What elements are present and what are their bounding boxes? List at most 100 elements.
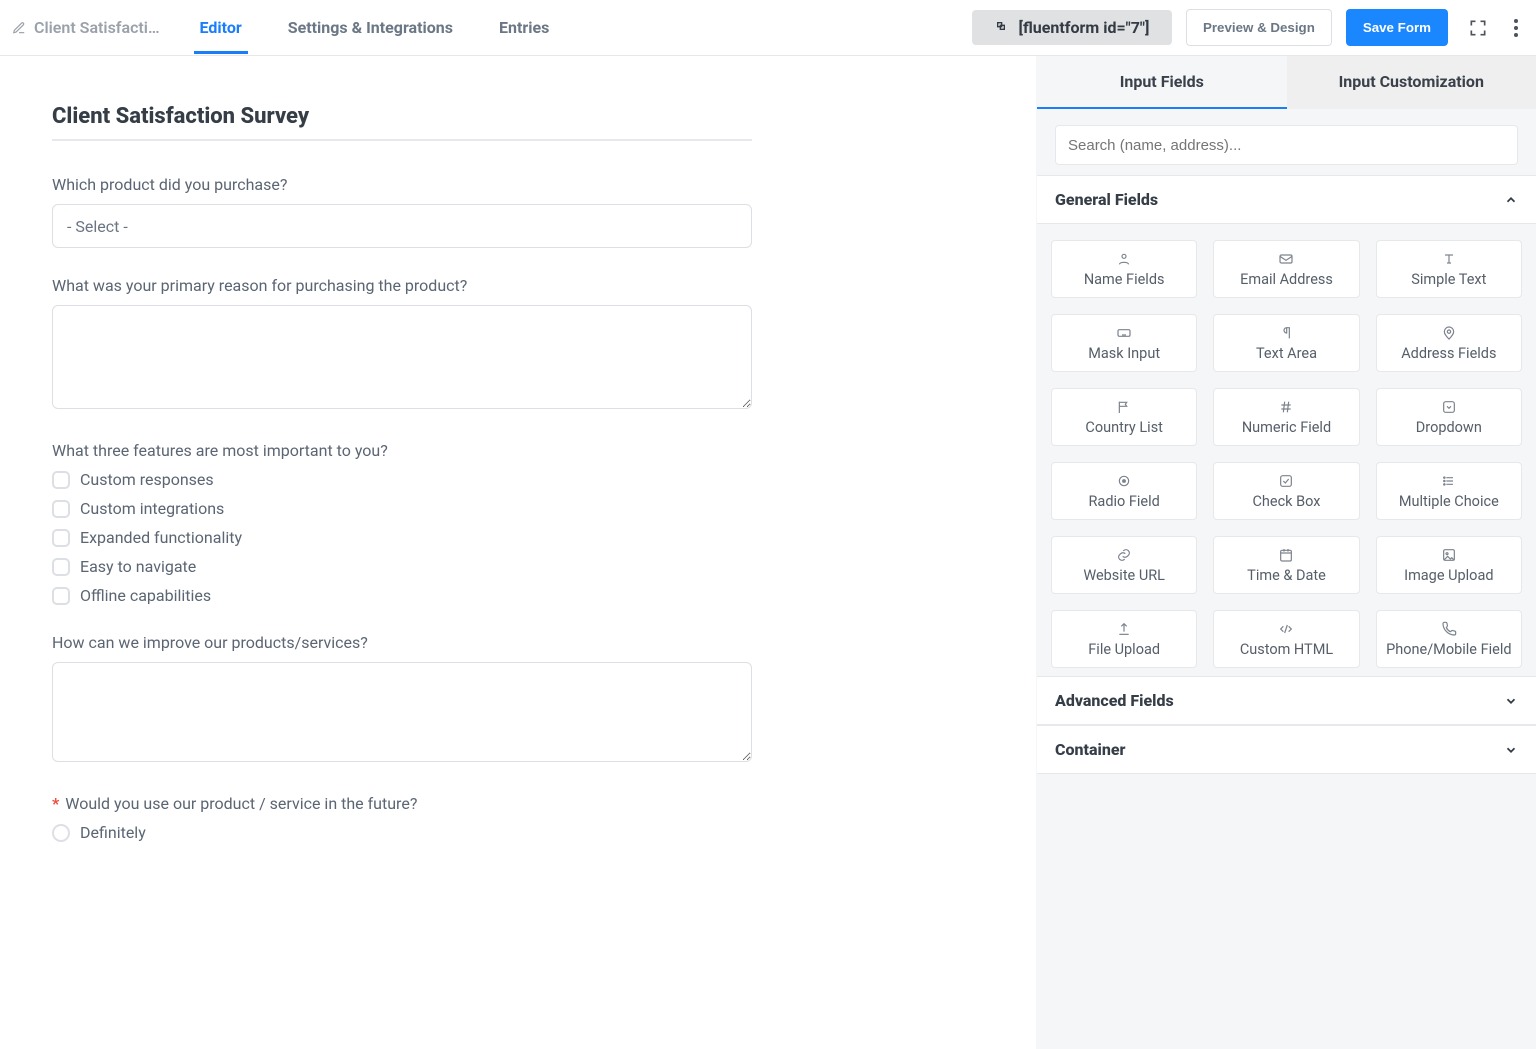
chevron-down-icon xyxy=(1504,694,1518,708)
q1-label: Which product did you purchase? xyxy=(52,175,752,194)
field-card-label: Dropdown xyxy=(1416,419,1482,436)
field-card-dropdown[interactable]: Dropdown xyxy=(1376,388,1522,446)
panel-search-input[interactable] xyxy=(1055,125,1518,165)
left-tabs: Client Satisfacti… Editor Settings & Int… xyxy=(12,2,555,53)
field-card-image-upload[interactable]: Image Upload xyxy=(1376,536,1522,594)
preview-button[interactable]: Preview & Design xyxy=(1186,9,1332,46)
section-general: General Fields Name Fields Email Address S… xyxy=(1037,175,1536,676)
field-card-custom-html[interactable]: Custom HTML xyxy=(1213,610,1359,668)
field-card-label: Text Area xyxy=(1256,345,1317,362)
pencil-icon xyxy=(12,21,26,35)
field-card-mask-input[interactable]: Mask Input xyxy=(1051,314,1197,372)
save-button[interactable]: Save Form xyxy=(1346,9,1448,46)
field-card-address-fields[interactable]: Address Fields xyxy=(1376,314,1522,372)
fullscreen-button[interactable] xyxy=(1462,12,1494,44)
field-card-file-upload[interactable]: File Upload xyxy=(1051,610,1197,668)
field-card-label: Simple Text xyxy=(1411,271,1486,288)
field-card-check-box[interactable]: Check Box xyxy=(1213,462,1359,520)
section-advanced: Advanced Fields xyxy=(1037,676,1536,725)
section-advanced-header[interactable]: Advanced Fields xyxy=(1037,676,1536,725)
field-card-label: Check Box xyxy=(1252,493,1320,510)
field-card-radio-field[interactable]: Radio Field xyxy=(1051,462,1197,520)
field-card-label: Image Upload xyxy=(1404,567,1493,584)
question-textarea-2: How can we improve our products/services… xyxy=(52,633,752,766)
form-title-chip[interactable]: Client Satisfacti… xyxy=(12,18,160,37)
vertical-dots-icon xyxy=(1514,19,1518,37)
field-card-country-list[interactable]: Country List xyxy=(1051,388,1197,446)
panel-tab-input-fields[interactable]: Input Fields xyxy=(1037,56,1287,109)
checkbox-icon xyxy=(52,529,70,547)
field-card-text-area[interactable]: Text Area xyxy=(1213,314,1359,372)
question-select: Which product did you purchase? - Select… xyxy=(52,175,752,248)
q3-opt-1[interactable]: Custom integrations xyxy=(52,499,752,518)
q3-opt-3[interactable]: Easy to navigate xyxy=(52,557,752,576)
calendar-icon xyxy=(1278,547,1294,563)
mail-icon xyxy=(1278,251,1294,267)
q4-label: How can we improve our products/services… xyxy=(52,633,752,652)
section-container: Container xyxy=(1037,725,1536,774)
panel-tabs: Input Fields Input Customization xyxy=(1037,56,1536,109)
shortcode-chip[interactable]: [fluentform id="7"] xyxy=(972,10,1172,45)
field-card-time-date[interactable]: Time & Date xyxy=(1213,536,1359,594)
field-card-label: Radio Field xyxy=(1089,493,1160,510)
tab-editor[interactable]: Editor xyxy=(194,2,248,53)
checkbox-icon xyxy=(52,500,70,518)
pilcrow-icon xyxy=(1278,325,1294,341)
right-panel: Input Fields Input Customization General… xyxy=(1036,56,1536,1049)
field-card-label: Multiple Choice xyxy=(1399,493,1499,510)
field-card-label: Phone/Mobile Field xyxy=(1386,641,1511,658)
flag-icon xyxy=(1116,399,1132,415)
field-card-name-fields[interactable]: Name Fields xyxy=(1051,240,1197,298)
list-icon xyxy=(1441,473,1457,489)
field-card-numeric-field[interactable]: Numeric Field xyxy=(1213,388,1359,446)
chevron-down-icon xyxy=(1504,743,1518,757)
phone-icon xyxy=(1441,621,1457,637)
q3-opt-2[interactable]: Expanded functionality xyxy=(52,528,752,547)
fullscreen-icon xyxy=(1468,18,1488,38)
field-card-label: Numeric Field xyxy=(1242,419,1331,436)
field-card-website-url[interactable]: Website URL xyxy=(1051,536,1197,594)
shortcode-icon xyxy=(995,20,1011,36)
map-pin-icon xyxy=(1441,325,1457,341)
shortcode-text: [fluentform id="7"] xyxy=(1019,18,1150,37)
panel-search-wrap xyxy=(1037,109,1536,175)
q3-opt-4[interactable]: Offline capabilities xyxy=(52,586,752,605)
tab-settings[interactable]: Settings & Integrations xyxy=(282,2,459,53)
q2-textarea[interactable] xyxy=(52,305,752,409)
checkbox-icon xyxy=(52,558,70,576)
field-card-label: File Upload xyxy=(1088,641,1160,658)
field-card-label: Time & Date xyxy=(1247,567,1326,584)
field-card-multiple-choice[interactable]: Multiple Choice xyxy=(1376,462,1522,520)
check-icon xyxy=(1278,473,1294,489)
keyboard-icon xyxy=(1116,325,1132,341)
more-menu-button[interactable] xyxy=(1508,13,1524,43)
chevron-up-icon xyxy=(1504,193,1518,207)
panel-tab-input-customization[interactable]: Input Customization xyxy=(1287,56,1536,109)
image-icon xyxy=(1441,547,1457,563)
field-card-email-address[interactable]: Email Address xyxy=(1213,240,1359,298)
form-canvas: Client Satisfaction Survey Which product… xyxy=(0,56,1036,1049)
field-card-label: Name Fields xyxy=(1084,271,1165,288)
header-actions: [fluentform id="7"] Preview & Design Sav… xyxy=(972,9,1524,46)
field-card-label: Mask Input xyxy=(1088,345,1160,362)
page-title: Client Satisfaction Survey xyxy=(52,104,752,141)
hash-icon xyxy=(1278,399,1294,415)
main: Client Satisfaction Survey Which product… xyxy=(0,56,1536,1049)
q4-textarea[interactable] xyxy=(52,662,752,762)
field-card-label: Website URL xyxy=(1083,567,1165,584)
question-textarea-1: What was your primary reason for purchas… xyxy=(52,276,752,413)
radio-icon xyxy=(52,824,70,842)
field-card-simple-text[interactable]: Simple Text xyxy=(1376,240,1522,298)
tab-entries[interactable]: Entries xyxy=(493,2,555,53)
field-card-label: Country List xyxy=(1085,419,1163,436)
q5-opt-0[interactable]: Definitely xyxy=(52,823,752,842)
question-radio: *Would you use our product / service in … xyxy=(52,794,752,842)
q3-opt-0[interactable]: Custom responses xyxy=(52,470,752,489)
required-star: * xyxy=(52,794,59,813)
field-card-phone-mobile-field[interactable]: Phone/Mobile Field xyxy=(1376,610,1522,668)
section-general-header[interactable]: General Fields xyxy=(1037,175,1536,224)
q1-select[interactable]: - Select - xyxy=(52,204,752,248)
section-container-header[interactable]: Container xyxy=(1037,725,1536,774)
topbar: Client Satisfacti… Editor Settings & Int… xyxy=(0,0,1536,56)
general-cards: Name Fields Email Address Simple Text Mask … xyxy=(1037,224,1536,676)
